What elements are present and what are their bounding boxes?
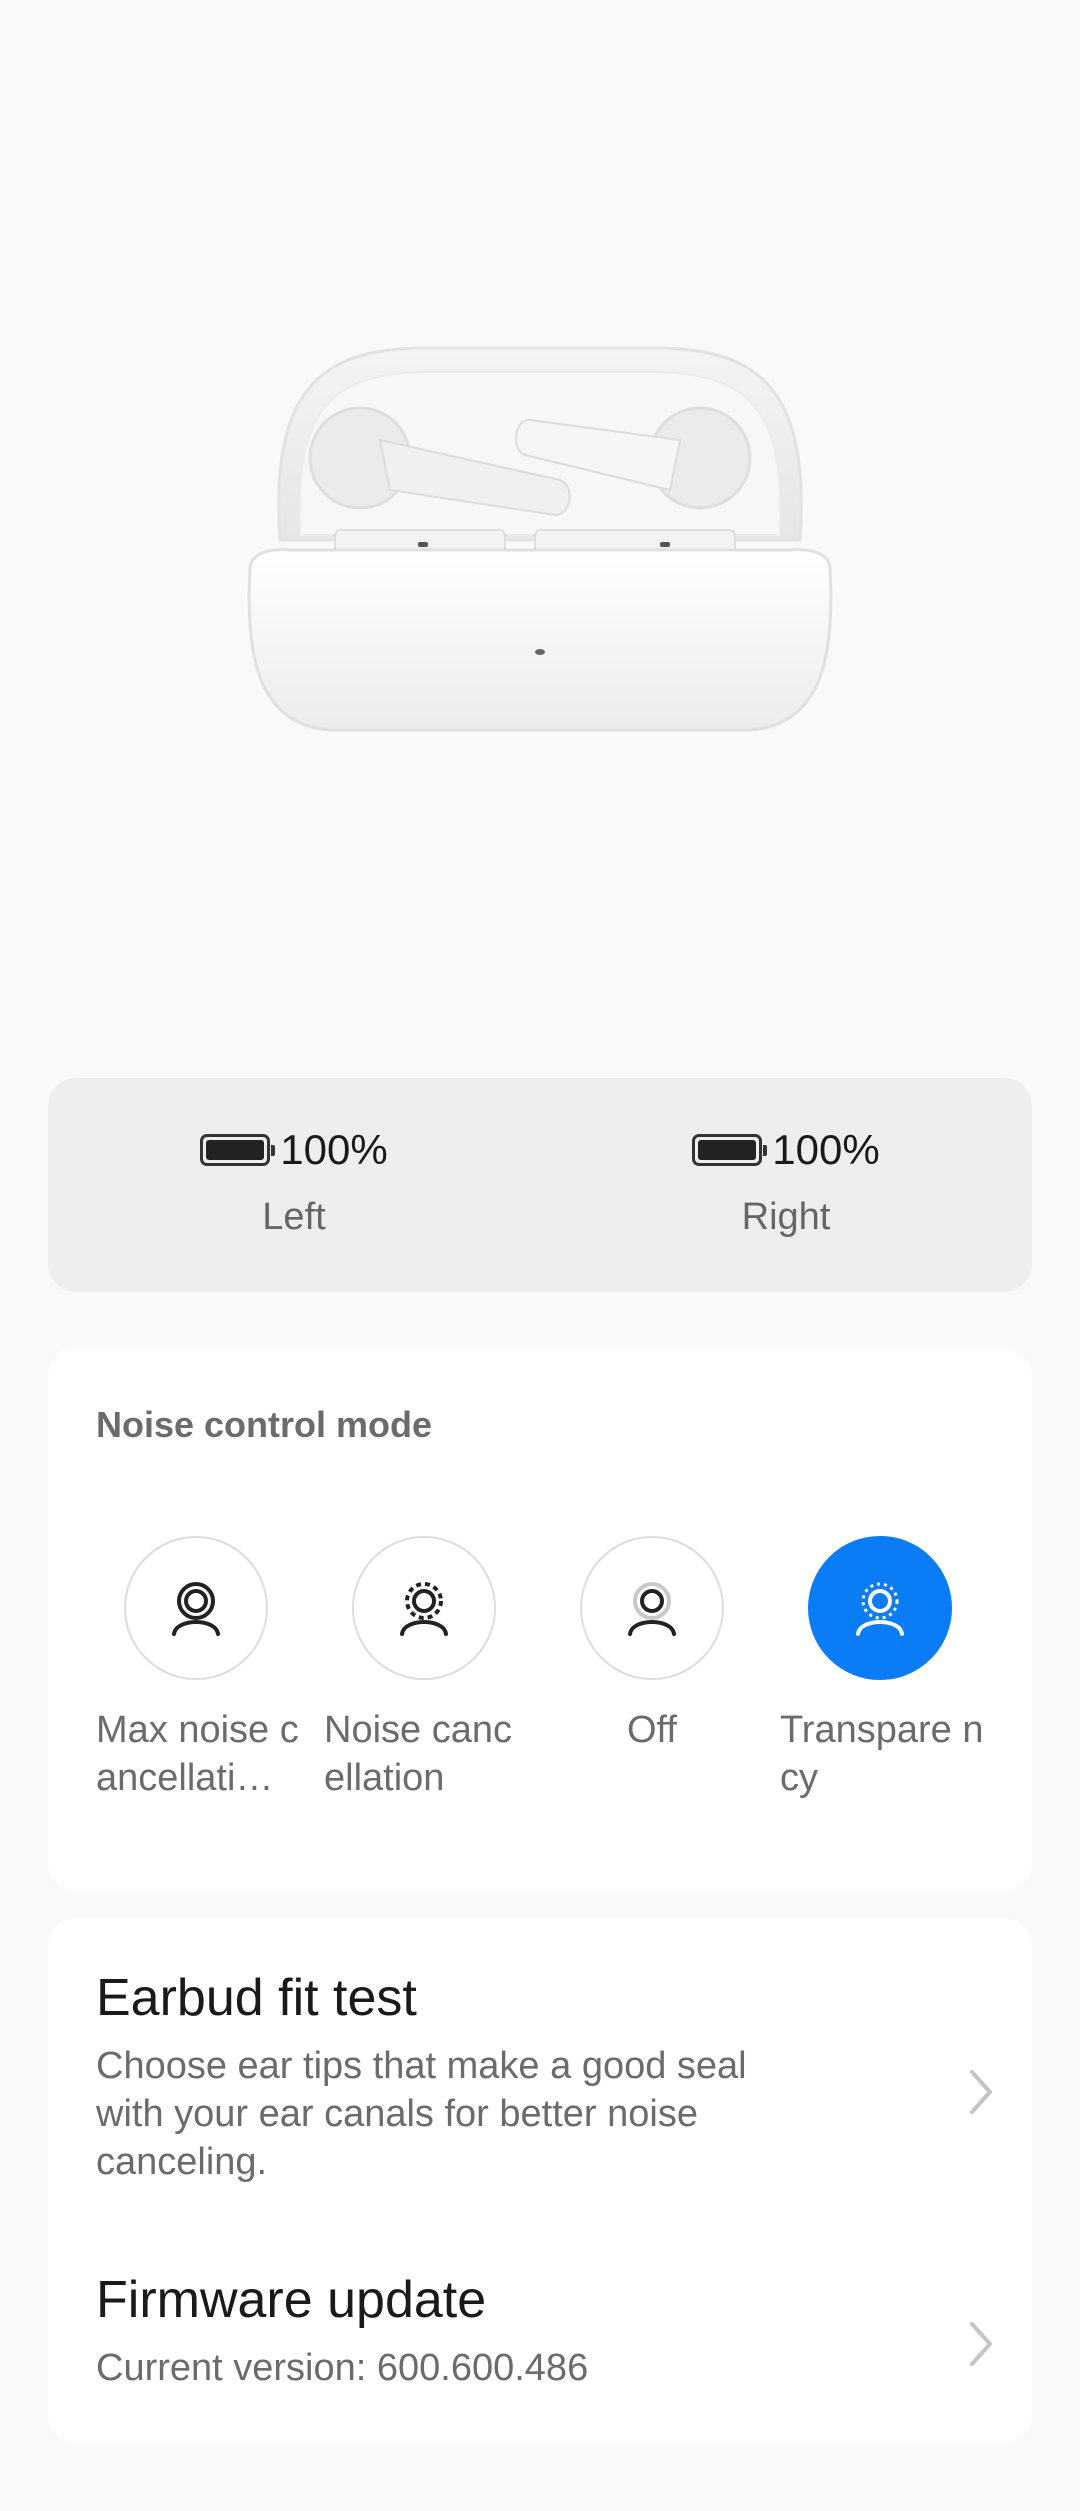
options-card: Earbud fit test Choose ear tips that mak…: [48, 1918, 1032, 2444]
earbud-fit-test-title: Earbud fit test: [96, 1969, 417, 2027]
battery-right: 100% Right: [540, 1078, 1032, 1292]
battery-left-label: Left: [262, 1196, 326, 1238]
battery-left-percent: 100%: [280, 1126, 388, 1173]
transparency-icon[interactable]: [808, 1536, 952, 1680]
noise-control-card: Noise control mode Max noise cancellati…: [48, 1348, 1032, 1892]
firmware-version-text: Current version: 600.600.486: [96, 2347, 589, 2389]
chevron-right-icon: [970, 2070, 992, 2114]
battery-level-fill: [206, 1140, 265, 1160]
noise-off-icon[interactable]: [580, 1536, 724, 1680]
earbud-fit-test-description: Choose ear tips that make a good seal wi…: [96, 2045, 747, 2183]
mode-label: Transpare ncy: [780, 1709, 984, 1799]
firmware-update-title: Firmware update: [96, 2271, 487, 2329]
earbud-fit-test-item[interactable]: Earbud fit test Choose ear tips that mak…: [96, 1968, 996, 2186]
battery-left: 100% Left: [48, 1078, 540, 1292]
battery-icon: [692, 1134, 768, 1166]
mode-max-noise-cancellation[interactable]: Max noise cancellati…: [96, 1536, 316, 1802]
mode-label: Off: [627, 1709, 677, 1751]
battery-level-fill: [698, 1140, 757, 1160]
mode-off[interactable]: Off: [552, 1536, 772, 1754]
noise-cancellation-icon[interactable]: [352, 1536, 496, 1680]
mode-transparency[interactable]: Transpare ncy: [780, 1536, 1000, 1802]
mode-noise-cancellation[interactable]: Noise canc ellation: [324, 1536, 544, 1802]
noise-mode-list: Max noise cancellati… Noise canc ellatio…: [96, 1536, 1008, 1836]
battery-right-percent: 100%: [772, 1126, 880, 1173]
chevron-right-icon: [970, 2322, 992, 2366]
battery-right-label: Right: [741, 1196, 831, 1238]
earbuds-hero: [0, 0, 1080, 1070]
firmware-update-item[interactable]: Firmware update Current version: 600.600…: [96, 2270, 996, 2392]
mode-label: Max noise cancellati…: [96, 1709, 299, 1799]
mode-label: Noise canc ellation: [324, 1709, 512, 1799]
earbuds-case-image: [247, 346, 833, 732]
battery-icon: [200, 1134, 276, 1166]
max-noise-cancellation-icon[interactable]: [124, 1536, 268, 1680]
noise-control-title: Noise control mode: [96, 1404, 433, 1445]
battery-status-card: 100% Left 100% Right: [48, 1078, 1032, 1292]
